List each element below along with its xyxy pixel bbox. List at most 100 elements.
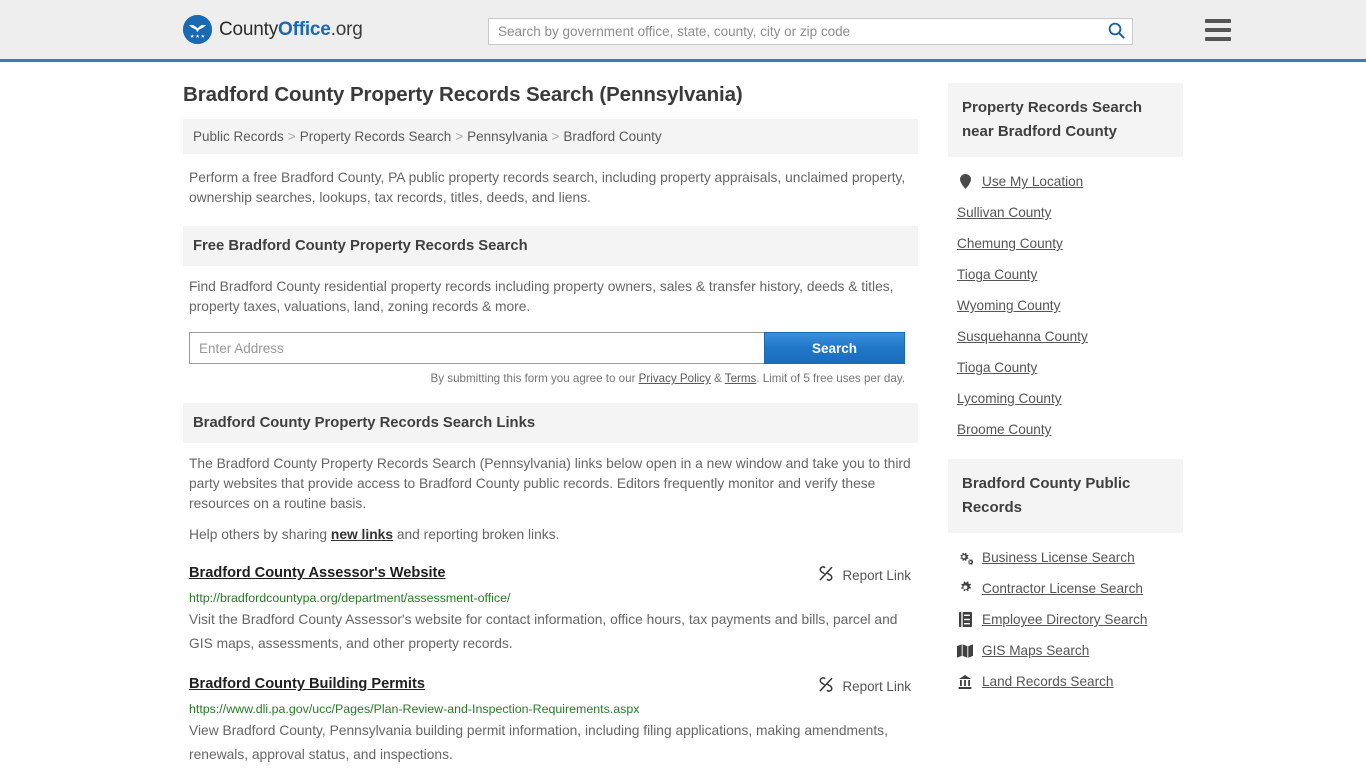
sidebar: Property Records Search near Bradford Co… xyxy=(948,83,1183,767)
help-text-pre: Help others by sharing xyxy=(189,527,331,542)
brand-part-office: Office xyxy=(278,18,331,40)
report-link-label: Report Link xyxy=(842,567,911,583)
report-link-button[interactable]: Report Link xyxy=(818,676,911,695)
link-result-url[interactable]: https://www.dli.pa.gov/ucc/Pages/Plan-Re… xyxy=(189,702,911,716)
disclaimer-text-pre: By submitting this form you agree to our xyxy=(430,372,639,385)
brand-part-county: County xyxy=(219,18,279,40)
main-content-column: Bradford County Property Records Search … xyxy=(183,83,918,767)
sidebar-link-employee-directory-search[interactable]: Employee Directory Search xyxy=(982,612,1147,627)
sidebar-link-tioga-county-2[interactable]: Tioga County xyxy=(957,360,1037,375)
sidebar-link-broome-county[interactable]: Broome County xyxy=(957,422,1051,437)
privacy-policy-link[interactable]: Privacy Policy xyxy=(639,372,711,385)
links-section-paragraph: The Bradford County Property Records Sea… xyxy=(189,456,911,511)
sidebar-link-gis-maps-search[interactable]: GIS Maps Search xyxy=(982,643,1089,658)
sidebar-item-use-my-location[interactable]: Use My Location xyxy=(957,166,1183,197)
sidebar-item-tioga-county-2[interactable]: Tioga County xyxy=(957,352,1183,383)
hamburger-bar-3 xyxy=(1205,37,1231,41)
sidebar-item-tioga-county[interactable]: Tioga County xyxy=(957,259,1183,290)
link-result-item: Bradford County Building Permits Report … xyxy=(189,676,911,767)
sidebar-item-land-records-search[interactable]: Land Records Search xyxy=(957,666,1183,697)
address-search-button[interactable]: Search xyxy=(764,332,905,364)
map-icon xyxy=(957,643,973,658)
link-result-description: Visit the Bradford County Assessor's web… xyxy=(189,612,898,651)
nearby-records-list: Use My Location Sullivan County Chemung … xyxy=(948,157,1183,445)
brand-part-org: .org xyxy=(330,18,363,40)
link-result-url[interactable]: http://bradfordcountypa.org/department/a… xyxy=(189,591,911,605)
breadcrumb-item-property-records-search[interactable]: Property Records Search xyxy=(300,129,452,144)
breadcrumb-separator: > xyxy=(551,129,560,144)
links-section-heading: Bradford County Property Records Search … xyxy=(183,403,918,443)
sidebar-item-lycoming-county[interactable]: Lycoming County xyxy=(957,383,1183,414)
link-result-title[interactable]: Bradford County Assessor's Website xyxy=(189,565,446,581)
hamburger-menu-icon[interactable] xyxy=(1205,19,1231,41)
free-search-heading: Free Bradford County Property Records Se… xyxy=(183,226,918,266)
form-disclaimer: By submitting this form you agree to our… xyxy=(183,372,905,385)
map-pin-icon xyxy=(957,174,973,189)
global-search-submit-button[interactable] xyxy=(1100,19,1132,44)
cog-icon xyxy=(957,581,973,596)
sidebar-link-use-my-location[interactable]: Use My Location xyxy=(982,174,1083,189)
site-logo[interactable]: CountyOffice.org xyxy=(183,15,363,44)
public-records-heading: Bradford County Public Records xyxy=(948,459,1183,533)
page-container: Bradford County Property Records Search … xyxy=(183,62,1183,767)
free-search-description: Find Bradford County residential propert… xyxy=(189,279,894,314)
sidebar-item-employee-directory-search[interactable]: Employee Directory Search xyxy=(957,604,1183,635)
new-links-link[interactable]: new links xyxy=(331,527,393,542)
link-result-title[interactable]: Bradford County Building Permits xyxy=(189,676,425,692)
sidebar-link-business-license-search[interactable]: Business License Search xyxy=(982,550,1135,565)
sidebar-link-chemung-county[interactable]: Chemung County xyxy=(957,236,1063,251)
sidebar-item-gis-maps-search[interactable]: GIS Maps Search xyxy=(957,635,1183,666)
sidebar-item-wyoming-county[interactable]: Wyoming County xyxy=(957,290,1183,321)
sidebar-item-chemung-county[interactable]: Chemung County xyxy=(957,228,1183,259)
hamburger-bar-1 xyxy=(1205,19,1231,23)
page-title: Bradford County Property Records Search … xyxy=(183,83,743,106)
header-inner: CountyOffice.org xyxy=(183,0,1231,59)
terms-link[interactable]: Terms xyxy=(725,372,757,385)
breadcrumb-separator: > xyxy=(287,129,296,144)
county-office-eagle-icon xyxy=(183,15,212,44)
link-result-header: Bradford County Assessor's Website Repor… xyxy=(189,565,911,584)
sidebar-item-sullivan-county[interactable]: Sullivan County xyxy=(957,197,1183,228)
cogs-icon xyxy=(957,551,973,565)
help-text-post: and reporting broken links. xyxy=(393,527,560,542)
public-records-panel: Bradford County Public Records Business … xyxy=(948,459,1183,697)
report-link-button[interactable]: Report Link xyxy=(818,565,911,584)
id-card-icon xyxy=(957,612,973,627)
sidebar-item-contractor-license-search[interactable]: Contractor License Search xyxy=(957,573,1183,604)
nearby-records-heading: Property Records Search near Bradford Co… xyxy=(948,83,1183,157)
sidebar-item-susquehanna-county[interactable]: Susquehanna County xyxy=(957,321,1183,352)
report-link-label: Report Link xyxy=(842,678,911,694)
sidebar-link-contractor-license-search[interactable]: Contractor License Search xyxy=(982,581,1143,596)
public-records-list: Business License Search Contractor Licen… xyxy=(948,533,1183,697)
disclaimer-text-post: . Limit of 5 free uses per day. xyxy=(756,372,905,385)
landmark-icon xyxy=(957,674,973,689)
address-search-input[interactable] xyxy=(189,332,764,364)
disclaimer-amp: & xyxy=(710,372,725,385)
link-result-description: View Bradford County, Pennsylvania build… xyxy=(189,723,888,762)
sidebar-link-land-records-search[interactable]: Land Records Search xyxy=(982,674,1113,689)
broken-link-icon xyxy=(818,566,834,584)
sidebar-item-business-license-search[interactable]: Business License Search xyxy=(957,542,1183,573)
global-search-bar[interactable] xyxy=(488,18,1133,45)
address-search-form: Search xyxy=(189,332,905,364)
breadcrumb-item-bradford-county[interactable]: Bradford County xyxy=(563,129,661,144)
broken-link-icon xyxy=(818,677,834,695)
search-icon xyxy=(1108,22,1125,42)
breadcrumb-item-public-records[interactable]: Public Records xyxy=(193,129,284,144)
sidebar-link-lycoming-county[interactable]: Lycoming County xyxy=(957,391,1062,406)
sidebar-link-tioga-county[interactable]: Tioga County xyxy=(957,267,1037,282)
sidebar-link-sullivan-county[interactable]: Sullivan County xyxy=(957,205,1051,220)
links-section-help-text: Help others by sharing new links and rep… xyxy=(189,525,918,545)
sidebar-link-wyoming-county[interactable]: Wyoming County xyxy=(957,298,1060,313)
site-header: CountyOffice.org xyxy=(0,0,1366,62)
link-result-header: Bradford County Building Permits Report … xyxy=(189,676,911,695)
breadcrumb-item-pennsylvania[interactable]: Pennsylvania xyxy=(467,129,547,144)
sidebar-link-susquehanna-county[interactable]: Susquehanna County xyxy=(957,329,1088,344)
hamburger-bar-2 xyxy=(1205,28,1231,32)
global-search-input[interactable] xyxy=(489,19,1100,44)
nearby-records-panel: Property Records Search near Bradford Co… xyxy=(948,83,1183,445)
page-intro-text: Perform a free Bradford County, PA publi… xyxy=(189,170,906,205)
breadcrumb: Public Records > Property Records Search > P… xyxy=(183,119,918,154)
sidebar-item-broome-county[interactable]: Broome County xyxy=(957,414,1183,445)
link-result-item: Bradford County Assessor's Website Repor… xyxy=(189,565,911,656)
